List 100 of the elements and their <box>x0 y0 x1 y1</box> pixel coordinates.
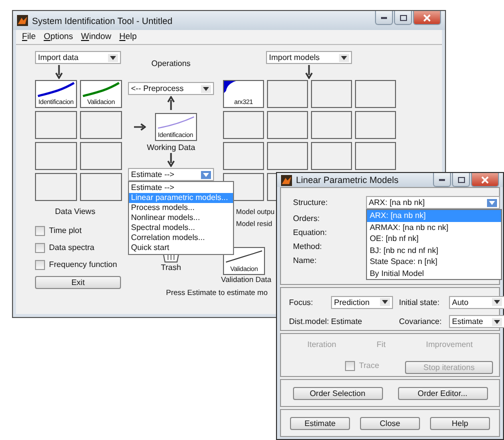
empty-board[interactable] <box>35 173 77 201</box>
empty-board[interactable] <box>80 173 122 201</box>
empty-board[interactable] <box>311 142 352 170</box>
order-button[interactable]: Order Editor... <box>398 386 488 400</box>
empty-board[interactable] <box>355 142 396 170</box>
empty-board[interactable] <box>35 111 77 139</box>
empty-board[interactable] <box>223 111 264 139</box>
checkbox[interactable] <box>35 226 45 236</box>
list-option[interactable]: BJ: [nb nc nd nf nk] <box>366 244 501 256</box>
down-arrow-icon <box>167 153 175 167</box>
empty-board[interactable] <box>355 80 396 108</box>
field-label: Dist.model: <box>289 317 327 326</box>
field-label: Orders: <box>293 215 320 223</box>
field-label: Initial state: <box>399 298 440 307</box>
minimize-button[interactable] <box>375 11 393 25</box>
down-arrow-icon <box>55 65 63 79</box>
action-button[interactable]: Close <box>360 416 420 430</box>
window-title: System Identification Tool - Untitled <box>32 16 172 26</box>
caret-icon <box>201 170 211 178</box>
minimize-button[interactable] <box>433 173 451 187</box>
right-arrow-icon <box>134 123 146 131</box>
list-option[interactable]: By Initial Model <box>366 268 501 279</box>
menu-item[interactable]: Options <box>44 31 74 44</box>
field-label: Equation: <box>293 229 327 237</box>
maximize-icon <box>458 176 464 182</box>
down-arrow-icon <box>305 65 313 79</box>
list-option[interactable]: ARMAX: [na nb nc nk] <box>366 222 501 233</box>
action-button[interactable]: Estimate <box>290 416 350 430</box>
column-header: Fit <box>376 340 386 349</box>
checkbox[interactable] <box>35 260 45 270</box>
menu-item[interactable]: Estimate --> <box>129 183 233 193</box>
section-label: Operations <box>151 59 191 68</box>
empty-board[interactable] <box>355 111 396 139</box>
board-caption: Working Data <box>146 143 196 152</box>
field-label: Structure: <box>293 198 328 207</box>
line-plot-icon <box>225 249 263 264</box>
menu-item[interactable]: Spectral models... <box>129 223 233 233</box>
minimize-icon <box>381 16 387 18</box>
menu-item[interactable]: File <box>22 31 36 44</box>
empty-board[interactable] <box>267 80 308 108</box>
peak-icon <box>281 174 292 186</box>
field-label: Name: <box>293 257 317 265</box>
line-plot-icon <box>224 81 236 93</box>
initial-state-dropdown[interactable]: Auto <box>449 296 504 309</box>
empty-board[interactable] <box>311 80 352 108</box>
menu-item[interactable]: Help <box>119 31 137 44</box>
maximize-icon <box>400 14 406 20</box>
estimate-dropdown[interactable]: Estimate --> <box>128 168 214 181</box>
caret-icon <box>492 298 502 306</box>
list-option[interactable]: OE: [nb nf nk] <box>366 233 501 244</box>
trash-label: Trash <box>160 263 182 272</box>
caret-icon <box>380 298 390 306</box>
caret-icon <box>486 198 497 206</box>
caret-icon <box>339 54 349 62</box>
close-button[interactable] <box>471 173 499 187</box>
close-button[interactable] <box>413 11 441 25</box>
empty-board[interactable] <box>80 111 122 139</box>
empty-board[interactable] <box>267 111 308 139</box>
order-button[interactable]: Order Selection <box>292 386 382 400</box>
column-header: Improvement <box>426 340 473 349</box>
menu-item[interactable]: Nonlinear models... <box>129 213 233 223</box>
checkbox[interactable] <box>35 242 45 252</box>
maximize-button[interactable] <box>394 11 412 25</box>
import-data-dropdown[interactable]: Import data <box>35 51 121 64</box>
exit-button[interactable]: Exit <box>35 276 121 289</box>
caret-icon <box>108 54 118 62</box>
window-title: Linear Parametric Models <box>296 175 399 185</box>
checkbox-label: Trace <box>359 361 380 370</box>
up-arrow-icon <box>167 96 175 110</box>
field-label: Method: <box>293 243 322 251</box>
covariance-dropdown[interactable]: Estimate <box>449 315 504 328</box>
checkbox-label: Data spectra <box>49 243 94 252</box>
caret-icon <box>201 84 211 92</box>
preprocess-dropdown[interactable]: <-- Preprocess <box>128 82 214 95</box>
empty-board[interactable] <box>35 142 77 170</box>
menu-item[interactable]: Process models... <box>129 203 233 213</box>
checkbox-label: Frequency function <box>49 260 118 269</box>
close-icon <box>423 14 431 22</box>
field-label: Focus: <box>289 298 314 307</box>
close-icon <box>481 176 489 184</box>
column-header: Iteration <box>307 340 336 349</box>
menu-item[interactable]: Window <box>81 31 112 44</box>
field-label: Covariance: <box>399 317 443 326</box>
minimize-icon <box>439 178 445 180</box>
focus-dropdown[interactable]: Prediction <box>331 296 393 309</box>
empty-board[interactable] <box>267 142 308 170</box>
empty-board[interactable] <box>80 142 122 170</box>
peak-icon <box>17 15 28 26</box>
structure-dropdown[interactable]: ARX: [na nb nk] <box>366 196 500 209</box>
menu-item[interactable]: Correlation models... <box>129 233 233 243</box>
field-value: Estimate <box>331 317 364 326</box>
import-models-dropdown[interactable]: Import models <box>266 51 352 64</box>
line-plot-icon <box>156 115 194 130</box>
empty-board[interactable] <box>223 142 264 170</box>
checkbox-label: Time plot <box>49 226 82 235</box>
section-label: Data Views <box>55 207 96 216</box>
empty-board[interactable] <box>311 111 352 139</box>
action-button[interactable]: Help <box>430 416 490 430</box>
maximize-button[interactable] <box>452 173 470 187</box>
list-option[interactable]: State Space: n [nk] <box>366 256 501 268</box>
